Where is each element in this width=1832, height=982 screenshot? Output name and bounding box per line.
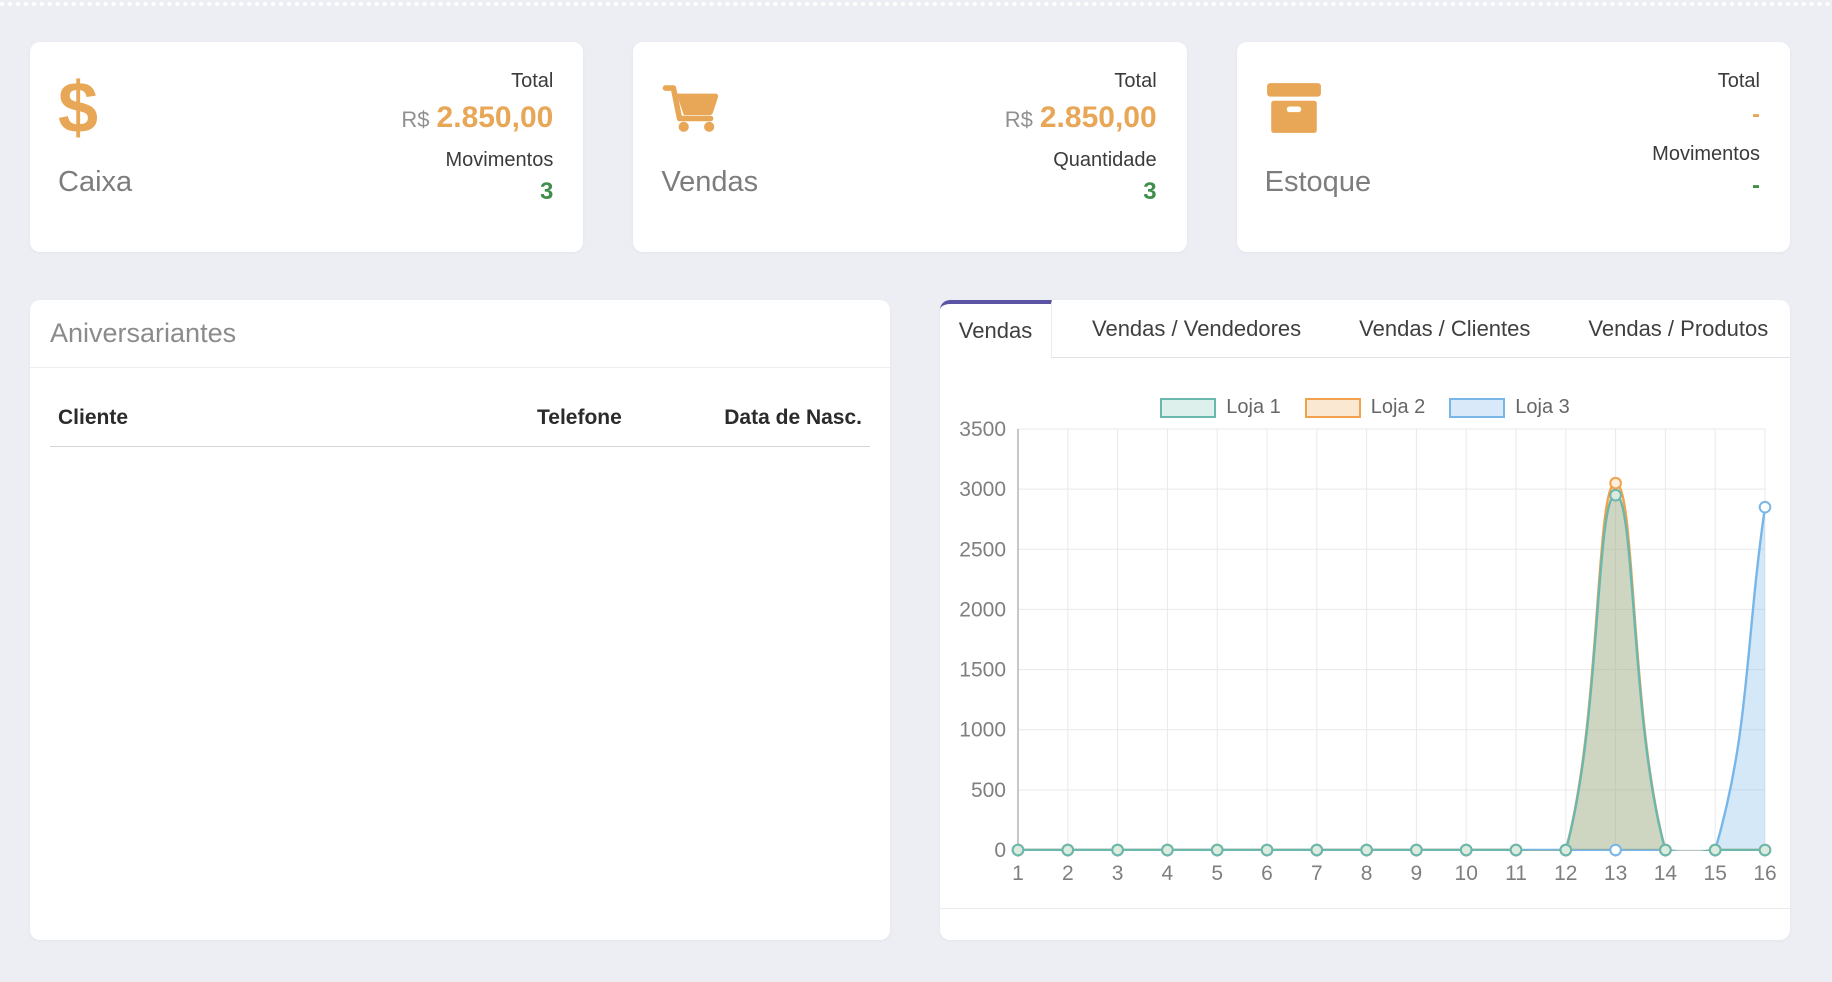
caixa-total-label: Total [286,70,553,93]
tab-vendas-produtos[interactable]: Vendas / Produtos [1588,316,1768,342]
vendas-quantidade-value: 3 [889,178,1156,206]
stat-cards-row: $ Caixa Total R$2.850,00 Movimentos 3 Ve… [30,42,1790,252]
sales-panel: Vendas Vendas / Vendedores Vendas / Clie… [940,300,1790,940]
caixa-movimentos-value: 3 [286,178,553,206]
sales-line-chart[interactable]: 0500100015002000250030003500123456789101… [940,420,1790,900]
svg-text:16: 16 [1753,862,1776,885]
vendas-quantidade-label: Quantidade [889,149,1156,172]
svg-text:7: 7 [1311,862,1323,885]
sales-tabbar: Vendas Vendas / Vendedores Vendas / Clie… [940,300,1790,358]
svg-text:1000: 1000 [959,719,1006,742]
svg-text:2000: 2000 [959,598,1006,621]
svg-text:3: 3 [1112,862,1124,885]
tab-vendas-vendedores[interactable]: Vendas / Vendedores [1092,316,1301,342]
svg-text:10: 10 [1455,862,1478,885]
svg-text:2500: 2500 [959,538,1006,561]
card-vendas-label: Vendas [661,166,889,199]
chart-legend: Loja 1 Loja 2 Loja 3 [940,396,1790,419]
aniversariantes-table: Cliente Telefone Data de Nasc. [30,368,890,447]
svg-text:13: 13 [1604,862,1627,885]
table-header-row: Cliente Telefone Data de Nasc. [50,398,870,447]
svg-text:3500: 3500 [959,420,1006,441]
aniversariantes-panel: Aniversariantes Cliente Telefone Data de… [30,300,890,940]
estoque-total-value: - [1493,101,1760,129]
svg-text:14: 14 [1654,862,1678,885]
legend-swatch [1160,398,1216,418]
legend-item-loja-1[interactable]: Loja 1 [1160,396,1281,419]
column-data-nasc: Data de Nasc. [702,406,862,430]
svg-text:3000: 3000 [959,478,1006,501]
vendas-total-label: Total [889,70,1156,93]
svg-text:2: 2 [1062,862,1074,885]
legend-item-loja-2[interactable]: Loja 2 [1305,396,1426,419]
estoque-movimentos-value: - [1493,172,1760,200]
svg-text:11: 11 [1505,862,1527,885]
svg-text:1: 1 [1012,862,1024,885]
box-icon [1265,80,1323,136]
legend-swatch [1305,398,1361,418]
svg-text:500: 500 [971,779,1006,802]
svg-text:1500: 1500 [959,659,1006,682]
currency-prefix: R$ [401,107,429,132]
card-caixa-label: Caixa [58,166,286,199]
vendas-total-value: R$2.850,00 [889,101,1156,135]
column-cliente: Cliente [58,406,537,430]
currency-prefix: R$ [1005,107,1033,132]
caixa-total-value: R$2.850,00 [286,101,553,135]
svg-text:9: 9 [1411,862,1423,885]
svg-text:8: 8 [1361,862,1373,885]
svg-text:4: 4 [1162,862,1174,885]
svg-text:6: 6 [1261,862,1273,885]
estoque-total-label: Total [1493,70,1760,93]
card-vendas: Vendas Total R$2.850,00 Quantidade 3 [633,42,1186,252]
card-estoque-label: Estoque [1265,166,1493,199]
aniversariantes-title: Aniversariantes [30,300,890,368]
tab-vendas-clientes[interactable]: Vendas / Clientes [1359,316,1530,342]
card-caixa: $ Caixa Total R$2.850,00 Movimentos 3 [30,42,583,252]
svg-text:15: 15 [1704,862,1727,885]
estoque-movimentos-label: Movimentos [1493,143,1760,166]
legend-item-loja-3[interactable]: Loja 3 [1449,396,1570,419]
card-estoque: Estoque Total - Movimentos - [1237,42,1790,252]
column-telefone: Telefone [537,406,702,430]
panel-footer-divider [940,908,1790,909]
top-dotted-divider [0,2,1832,6]
legend-label: Loja 1 [1226,396,1281,419]
legend-swatch [1449,398,1505,418]
legend-label: Loja 3 [1515,396,1570,419]
svg-text:5: 5 [1211,862,1223,885]
svg-text:0: 0 [994,839,1006,862]
legend-label: Loja 2 [1371,396,1426,419]
svg-text:12: 12 [1554,862,1577,885]
cart-icon [661,83,723,133]
tab-vendas[interactable]: Vendas [940,300,1052,358]
dollar-icon: $ [58,72,98,144]
caixa-movimentos-label: Movimentos [286,149,553,172]
